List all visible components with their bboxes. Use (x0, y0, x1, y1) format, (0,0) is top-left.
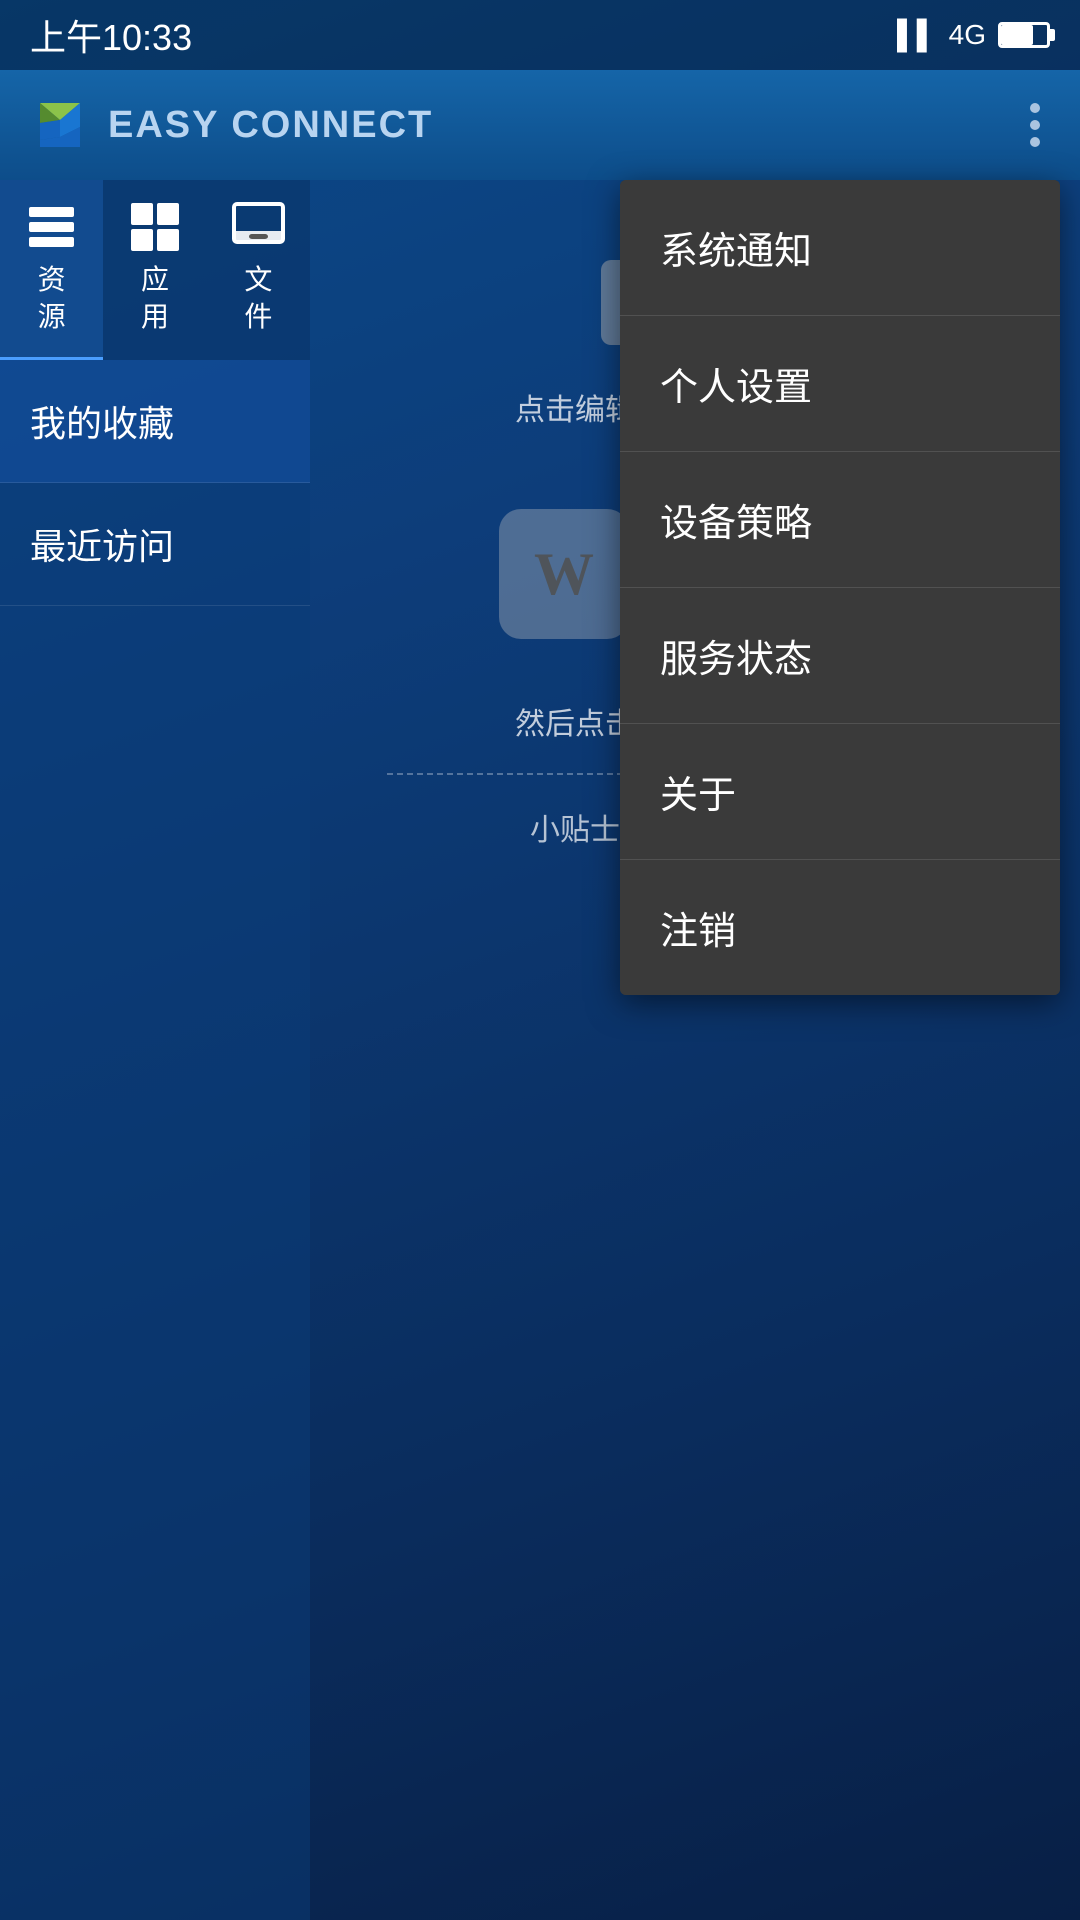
tab-files[interactable]: 文件 (207, 180, 310, 360)
tab-apps-label: 应用 (141, 262, 169, 335)
sidebar: 资源 应用 (0, 180, 310, 1920)
status-icons: ▌▌ 4G (897, 19, 1050, 51)
tab-files-label: 文件 (244, 262, 272, 335)
dot3 (1030, 137, 1040, 147)
app-title: Easy Connect (108, 104, 433, 147)
grid-icon (129, 201, 181, 253)
menu-item-system-notify[interactable]: 系统通知 (620, 180, 1060, 316)
logo-svg (30, 95, 90, 155)
apps-icon (125, 202, 185, 252)
menu-item-about[interactable]: 关于 (620, 724, 1060, 860)
tab-bar: 资源 应用 (0, 180, 310, 360)
nav-favorites[interactable]: 我的收藏 (0, 360, 310, 483)
signal-icon: ▌▌ (897, 19, 937, 51)
app-header: Easy Connect (0, 70, 1080, 180)
resources-icon (22, 202, 82, 252)
menu-item-personal-settings[interactable]: 个人设置 (620, 316, 1060, 452)
status-time: 上午10:33 (30, 9, 192, 61)
inbox-icon (231, 201, 286, 253)
dot1 (1030, 103, 1040, 113)
dropdown-menu: 系统通知 个人设置 设备策略 服务状态 关于 注销 (620, 180, 1060, 995)
status-bar: 上午10:33 ▌▌ 4G (0, 0, 1080, 70)
tab-apps[interactable]: 应用 (103, 180, 206, 360)
layers-icon (24, 203, 79, 251)
more-menu-button[interactable] (1020, 93, 1050, 157)
app-logo: Easy Connect (30, 95, 433, 155)
menu-item-device-policy[interactable]: 设备策略 (620, 452, 1060, 588)
dot2 (1030, 120, 1040, 130)
battery-icon (998, 22, 1050, 48)
menu-item-service-status[interactable]: 服务状态 (620, 588, 1060, 724)
nav-recent[interactable]: 最近访问 (0, 483, 310, 606)
tab-resources[interactable]: 资源 (0, 180, 103, 360)
tab-resources-label: 资源 (38, 262, 66, 335)
network-type: 4G (949, 19, 986, 51)
resource-icon-normal: W (499, 509, 629, 639)
files-icon (228, 202, 288, 252)
menu-item-logout[interactable]: 注销 (620, 860, 1060, 995)
